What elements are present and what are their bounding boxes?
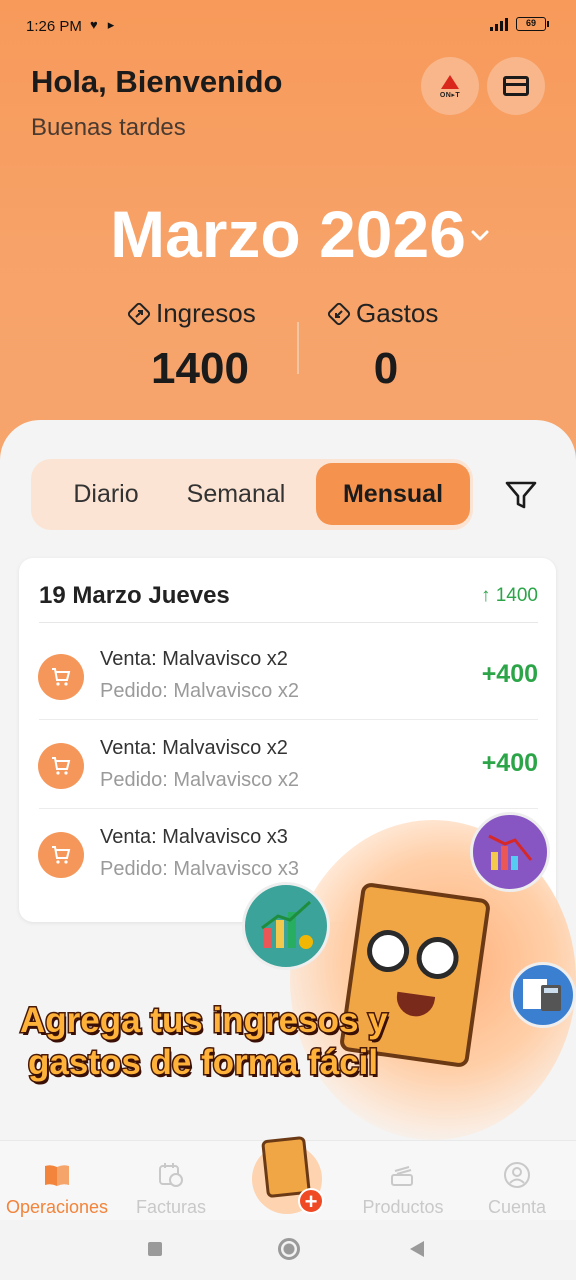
filter-icon[interactable] <box>503 477 539 513</box>
heart-icon: ♥ <box>90 17 98 32</box>
greeting-title: Hola, Bienvenido <box>31 64 283 99</box>
summary-divider <box>297 322 299 374</box>
card-button[interactable] <box>487 57 545 115</box>
expense-label-text: Gastos <box>356 298 439 328</box>
greeting-subtitle: Buenas tardes <box>31 114 186 141</box>
glasses-icon <box>364 927 462 982</box>
transaction-amount: +400 <box>481 660 538 688</box>
battery-icon: 69 <box>516 17 549 31</box>
nav-label: Cuenta <box>487 1197 547 1217</box>
chevron-down-icon[interactable] <box>470 226 490 246</box>
book-open-icon <box>45 1165 69 1186</box>
income-label-text: Ingresos <box>156 298 256 328</box>
mascot-mouth <box>394 991 436 1019</box>
transaction-row[interactable]: Venta: Malvavisco x2 Pedido: Malvavisco … <box>19 632 556 720</box>
divider <box>39 808 538 809</box>
nav-label: Operaciones <box>5 1197 109 1217</box>
cart-icon <box>38 654 84 700</box>
promo-line-2: gastos de forma fácil <box>27 1042 380 1084</box>
tab-monthly[interactable]: Mensual <box>316 463 470 525</box>
income-value: 1400 <box>151 344 249 393</box>
promo-line-1: Agrega tus ingresos y <box>19 1000 390 1042</box>
chart-down-icon <box>470 812 550 892</box>
transaction-amount: +400 <box>481 749 538 777</box>
nav-operaciones[interactable]: Operaciones <box>0 1141 114 1221</box>
credit-card-icon <box>503 76 529 96</box>
tab-daily[interactable]: Diario <box>41 459 171 530</box>
transaction-title: Venta: Malvavisco x2 <box>100 648 288 670</box>
cart-icon <box>38 832 84 878</box>
tab-weekly[interactable]: Semanal <box>181 459 291 530</box>
period-segmented-control: Diario Semanal Mensual <box>31 459 473 530</box>
nav-productos[interactable]: Productos <box>346 1141 460 1221</box>
onit-label: ON▸T <box>439 92 461 99</box>
divider <box>39 719 538 720</box>
nav-cuenta[interactable]: Cuenta <box>460 1141 574 1221</box>
expense-value: 0 <box>373 344 399 393</box>
play-icon: ▸ <box>107 17 115 32</box>
transaction-row[interactable]: Venta: Malvavisco x2 Pedido: Malvavisco … <box>19 721 556 809</box>
transaction-subtitle: Pedido: Malvavisco x2 <box>100 680 299 702</box>
transaction-subtitle: Pedido: Malvavisco x3 <box>100 858 299 880</box>
status-right: 69 <box>490 17 549 31</box>
status-bar: 1:26 PM ♥ ▸ 69 <box>0 0 576 56</box>
promo-banner-text: Agrega tus ingresos y gastos de forma fá… <box>19 1000 390 1084</box>
status-time: 1:26 PM <box>26 18 82 35</box>
day-total: ↑ 1400 <box>480 585 538 606</box>
home-button[interactable] <box>278 1238 300 1260</box>
add-operation-button[interactable]: + <box>242 1135 332 1218</box>
status-notification-icons: ♥ ▸ <box>90 17 114 33</box>
signal-icon <box>490 17 508 31</box>
transaction-subtitle: Pedido: Malvavisco x2 <box>100 769 299 791</box>
products-icon <box>391 1166 413 1186</box>
expense-tag-icon <box>327 302 351 325</box>
nav-label: Productos <box>362 1197 444 1217</box>
calculator-book-icon <box>510 962 576 1028</box>
back-button[interactable] <box>410 1241 424 1257</box>
user-icon <box>504 1162 530 1188</box>
onit-button[interactable]: ON▸T <box>421 57 479 115</box>
divider <box>39 622 538 623</box>
day-title: 19 Marzo Jueves <box>39 582 230 609</box>
recents-button[interactable] <box>148 1242 162 1256</box>
transaction-title: Venta: Malvavisco x2 <box>100 737 288 759</box>
income-tag-icon <box>127 302 151 325</box>
calendar-clock-icon <box>159 1163 183 1187</box>
onit-logo-icon <box>441 75 459 89</box>
nav-facturas[interactable]: Facturas <box>114 1141 228 1221</box>
system-navigation-bar <box>0 1220 576 1280</box>
chart-growth-icon <box>242 882 330 970</box>
cart-icon <box>38 743 84 789</box>
income-label: Ingresos <box>126 298 256 329</box>
expense-label: Gastos <box>326 298 438 329</box>
plus-icon: + <box>298 1188 324 1214</box>
nav-label: Facturas <box>135 1197 207 1217</box>
transaction-title: Venta: Malvavisco x3 <box>100 826 288 848</box>
